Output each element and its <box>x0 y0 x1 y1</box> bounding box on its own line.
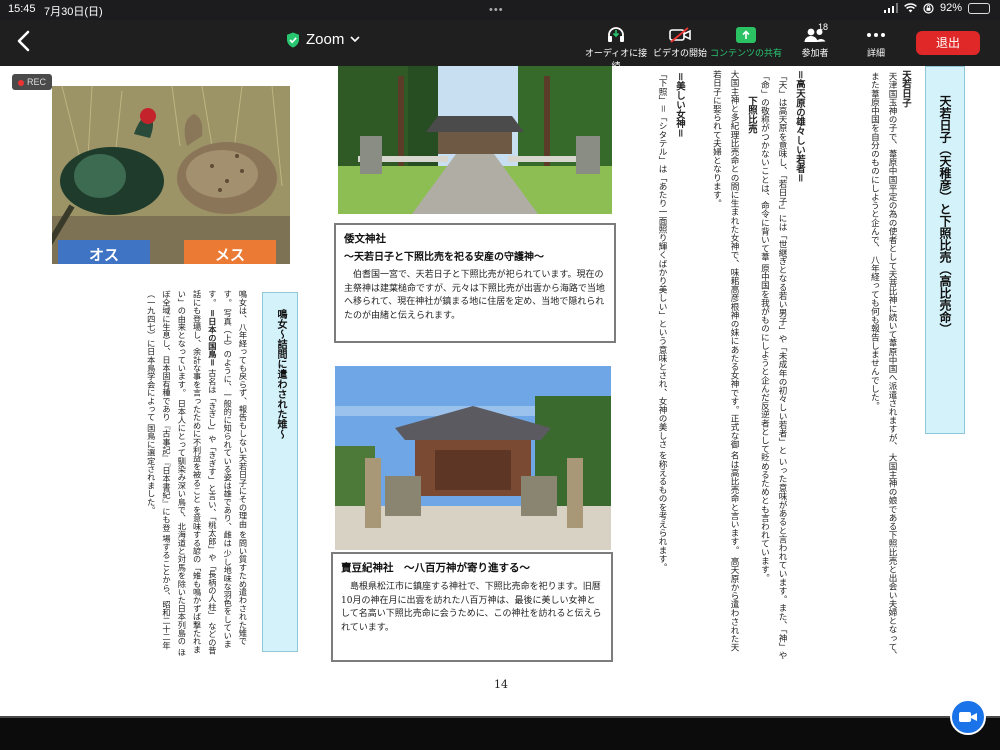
more-label: 詳細 <box>866 48 885 58</box>
nakime-subheading: ～詰問に遣わされた雉～ <box>275 329 286 439</box>
beauty-text: 「下照」＝「シタテル」は「あたり一面照り輝くばかり美しい」という意味とされ、女神… <box>630 70 670 660</box>
zoom-screen: 15:45 7月30日(日) ••• 92% Zoom オーディオに接続 ビデオ… <box>0 0 1000 750</box>
male-label: オス <box>58 240 150 264</box>
heaven-line: 原中国を我がものにしようと企んだ反逆者として貶めるためとも言われています。 <box>759 263 770 583</box>
status-date: 7月30日(日) <box>44 6 103 18</box>
shitateru-line: 名は高比売命と言います。 <box>729 451 739 555</box>
pheasant-photo: オス メス <box>52 86 290 264</box>
tenwaka-line: 天津国玉神の子で、葦原中国平定の為の使者として天菩比神に続いて葦原中国へ派遣され… <box>887 72 897 451</box>
mezuki-shrine-photo <box>335 366 611 550</box>
nakime-line: 国鳥に選定されました。 <box>146 423 157 515</box>
battery-percent: 92% <box>939 2 962 14</box>
zoom-toolbar: Zoom オーディオに接続 ビデオの開始 コンテンツの共有 18 参加者 詳細 … <box>0 20 1000 71</box>
video-button[interactable]: ビデオの開始 <box>652 24 708 59</box>
tenwaka-title: 天若日子 <box>900 70 911 108</box>
status-right: 92% <box>883 2 990 14</box>
more-icon <box>867 33 885 37</box>
video-camera-icon <box>959 712 977 722</box>
page-number: 14 <box>494 678 508 691</box>
beauty-heading: ＝美しい女神＝ <box>674 72 685 138</box>
tenwaka-line: 八年経っても何も報告しませんでした。 <box>869 255 880 411</box>
share-content-button[interactable]: コンテンツの共有 <box>710 24 782 59</box>
orientation-lock-icon <box>923 2 934 14</box>
mezuki-body: 島根県松江市に鎮座する神社で、下照比売命を祀ります。旧暦10月の神在月に出雲を訪… <box>341 582 602 633</box>
mezuki-caption-box: 賣豆紀神社 ～八百万神が寄り進する～ 島根県松江市に鎮座する神社で、下照比売命を… <box>331 552 613 662</box>
heaven-line: 「天」は高天原を意味し、「若日子」には「世継ぎとなる若い男子」や「未成年の初々し… <box>777 72 787 455</box>
nakime-line: 日本人にとって馴染み深い鳥で、北海道と対馬を除いた日本列島の <box>176 399 187 646</box>
meeting-title: Zoom <box>306 31 345 48</box>
nakime-line: ＝日本の国鳥＝ <box>207 309 218 367</box>
shitori-shrine-photo <box>338 66 612 214</box>
beauty-line: 「下照」＝「シタテル」は「あたり一面照り輝くばかり美しい」という意味とされ、女神… <box>657 70 667 449</box>
chevron-down-icon <box>350 36 360 43</box>
video-off-icon <box>669 27 691 43</box>
main-heading-line2: 下照比売（高比売命） <box>938 215 952 335</box>
heaven-heading: ＝高天原の雄々しい若者＝ <box>794 70 805 183</box>
video-label: ビデオの開始 <box>652 48 707 58</box>
nakime-line: 古名は「きぎし」や「きぎす」と言い、「桃太郎」や「長柄の人柱」 <box>207 369 218 620</box>
recording-indicator: REC <box>12 74 53 90</box>
shitori-body: 伯耆国一宮で、天若日子と下照比売が祀られています。現在の主祭神は建葉槌命ですが、… <box>344 270 605 321</box>
shitori-title: 倭文神社 <box>344 233 386 245</box>
bottom-black-bar <box>0 718 1000 750</box>
floating-video-button[interactable] <box>950 699 986 735</box>
shitateru-text: 大国主神と多紀理比売命との間に生まれた女神で、味耜高彦根神の妹にあたる女神です。… <box>686 70 742 660</box>
headphones-icon <box>608 27 624 42</box>
female-label: メス <box>184 240 276 264</box>
chevron-left-icon <box>17 30 30 52</box>
leave-button[interactable]: 退出 <box>916 31 980 55</box>
shitateru-title: 下照比売 <box>746 96 757 134</box>
shrine-illustration-1 <box>338 66 612 214</box>
audio-button[interactable]: オーディオに接続 <box>584 24 648 72</box>
more-button[interactable]: 詳細 <box>856 24 896 59</box>
pheasant-illustration <box>52 86 290 264</box>
share-arrow-icon <box>736 27 756 43</box>
tenwaka-text: 天津国玉神の子で、葦原中国平定の為の使者として天菩比神に続いて葦原中国へ派遣され… <box>830 72 900 660</box>
participants-button[interactable]: 18 参加者 <box>790 22 840 59</box>
share-label: コンテンツの共有 <box>710 48 783 58</box>
shared-document: REC オス メス 倭文神社 ～天若日子と下照比売を祀る安産の守護神～ 伯耆国一… <box>0 66 1000 718</box>
nakime-line: 写真（上）のように、一般的に知られている姿は雄であり、雌は <box>222 309 233 547</box>
status-time: 15:45 <box>8 3 36 15</box>
nakime-text: 鳴女は、八年経っても戻らず、報告もしない天若日子にその理由 を問い質すため遣わさ… <box>66 290 250 660</box>
rec-label: REC <box>27 77 47 87</box>
multitask-grabber[interactable]: ••• <box>489 4 504 16</box>
shitateru-line: 大国主神と多紀理比売命との間に生まれた女神で、味耜高彦根神の妹にあたる女神です。… <box>729 70 739 449</box>
signal-icon <box>883 3 898 13</box>
nakime-heading-box: 鳴女 ～詰問に遣わされた雉～ <box>262 292 298 652</box>
battery-icon <box>968 2 990 14</box>
shrine-illustration-2 <box>335 366 611 550</box>
participants-count: 18 <box>818 22 829 32</box>
main-heading-line1: 天若日子（天稚彦）と <box>938 95 952 215</box>
main-heading-box: 天若日子（天稚彦）と 下照比売（高比売命） <box>925 66 965 434</box>
mezuki-title: 賣豆紀神社 ～八百万神が寄り進する～ <box>341 562 530 574</box>
shitori-subtitle: ～天若日子と下照比売を祀る安産の守護神～ <box>344 252 544 263</box>
meeting-title-button[interactable]: Zoom <box>286 31 360 48</box>
ios-status-bar: 15:45 7月30日(日) ••• 92% <box>0 0 1000 20</box>
shield-check-icon <box>287 32 299 47</box>
beauty-line: を称えるものを考えられます。 <box>657 451 667 572</box>
record-dot-icon <box>18 79 24 86</box>
shitori-caption-box: 倭文神社 ～天若日子と下照比売を祀る安産の守護神～ 伯耆国一宮で、天若日子と下照… <box>334 223 616 343</box>
wifi-icon <box>904 3 917 13</box>
nakime-heading: 鳴女 <box>275 309 286 329</box>
back-button[interactable] <box>12 28 38 54</box>
participants-label: 参加者 <box>801 48 829 58</box>
nakime-line: 鳴女は、八年経っても戻らず、報告もしない天若日子にその理由 <box>238 290 248 528</box>
